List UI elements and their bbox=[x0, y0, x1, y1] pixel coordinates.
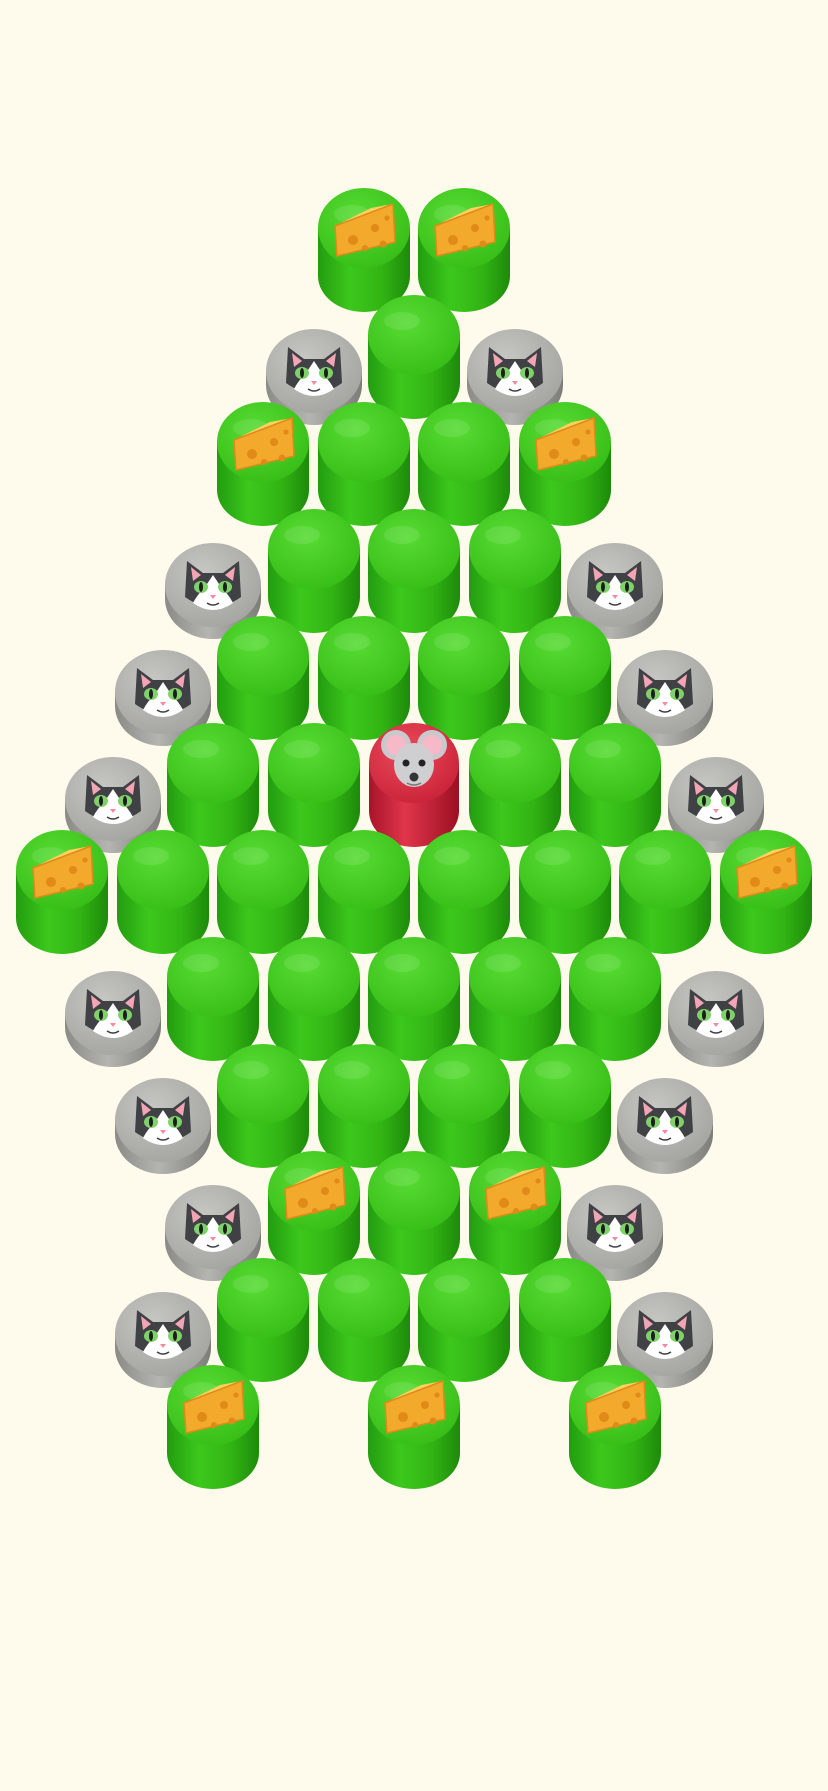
game-board bbox=[0, 0, 828, 1791]
cheese-block[interactable] bbox=[165, 1361, 261, 1495]
cheese-block[interactable] bbox=[366, 1361, 462, 1495]
cheese-block[interactable] bbox=[567, 1361, 663, 1495]
